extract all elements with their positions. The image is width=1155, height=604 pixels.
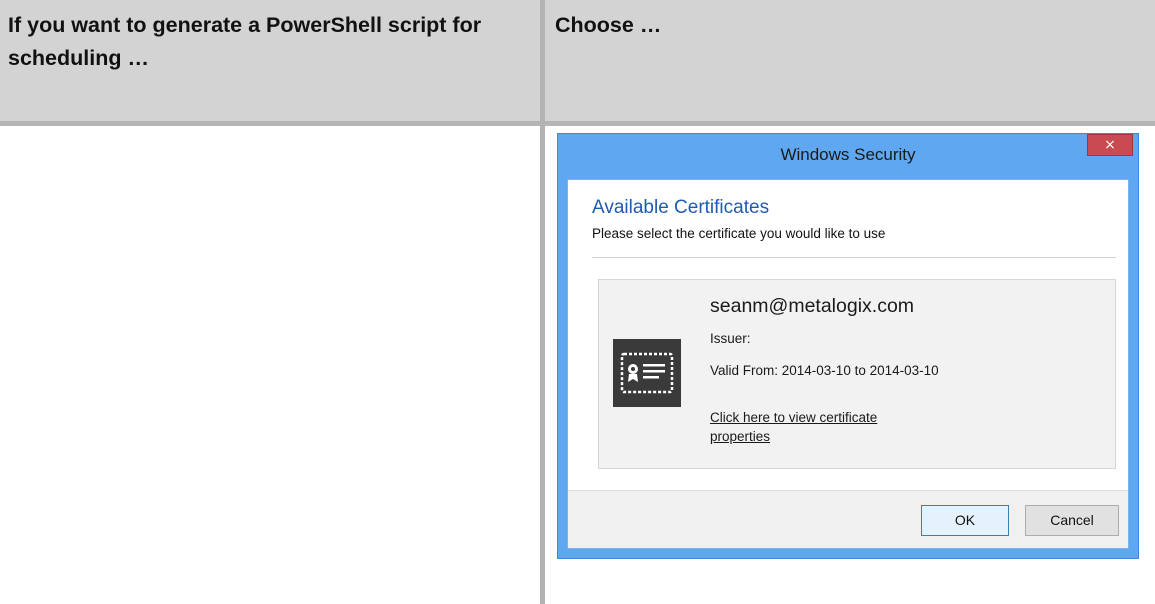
certificate-validity: Valid From: 2014-03-10 to 2014-03-10	[710, 363, 939, 378]
table-header-row: If you want to generate a PowerShell scr…	[0, 0, 1155, 121]
dialog-heading: Available Certificates	[592, 197, 770, 218]
windows-security-dialog: Windows Security × Available Certificate…	[557, 133, 1139, 559]
close-icon: ×	[1104, 137, 1116, 153]
view-certificate-properties-link[interactable]: Click here to view certificate propertie…	[710, 408, 940, 446]
header-choose-text: Choose …	[555, 13, 662, 37]
header-cell-choose: Choose …	[542, 0, 1155, 121]
certificate-icon	[613, 339, 681, 407]
header-generate-text: If you want to generate a PowerShell scr…	[8, 13, 482, 70]
body-cell-left	[0, 126, 545, 604]
certificate-issuer: Issuer:	[710, 331, 751, 346]
dialog-divider	[592, 257, 1116, 258]
header-cell-generate: If you want to generate a PowerShell scr…	[0, 0, 545, 121]
dialog-title: Windows Security	[780, 145, 916, 164]
dialog-footer: OK Cancel	[568, 490, 1128, 548]
certificate-email: seanm@metalogix.com	[710, 295, 915, 317]
close-button[interactable]: ×	[1087, 134, 1133, 156]
dialog-titlebar[interactable]: Windows Security ×	[558, 134, 1138, 174]
dialog-subheading: Please select the certificate you would …	[592, 226, 886, 241]
dialog-content: Available Certificates Please select the…	[567, 179, 1129, 549]
cancel-button[interactable]: Cancel	[1025, 505, 1119, 536]
ok-button[interactable]: OK	[921, 505, 1009, 536]
certificate-tile[interactable]: seanm@metalogix.com Issuer: Valid From: …	[598, 279, 1116, 469]
